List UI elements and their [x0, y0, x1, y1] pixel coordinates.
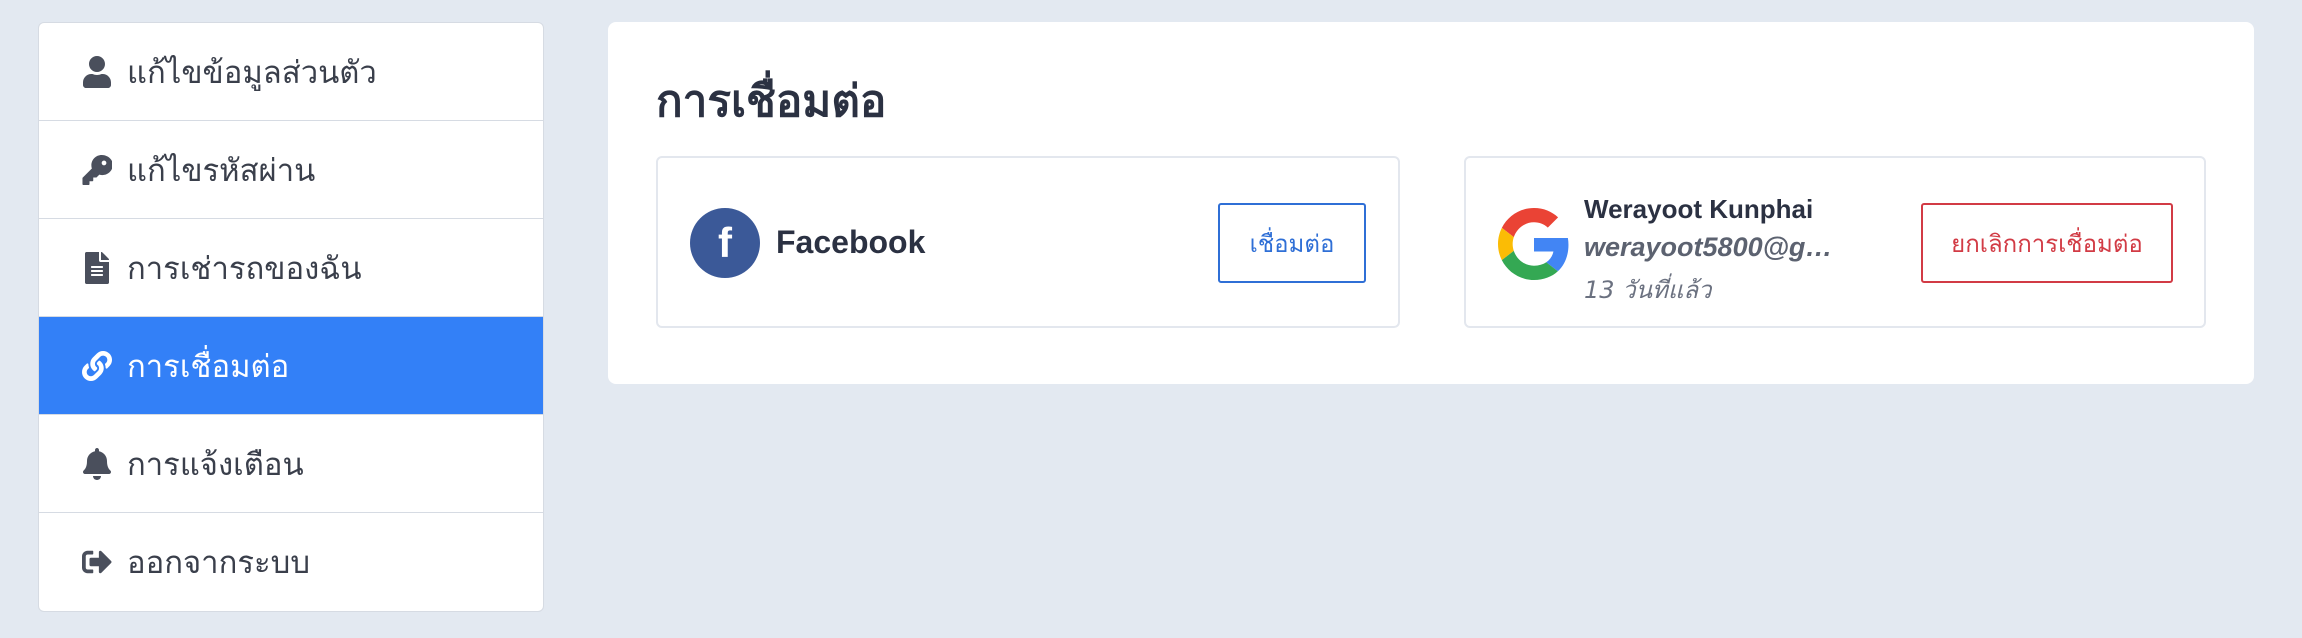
- connections-panel: การเชื่อมต่อ f Facebook เชื่อมต่อ Werayo…: [608, 22, 2254, 384]
- sidebar-item-change-password[interactable]: แก้ไขรหัสผ่าน: [39, 121, 543, 219]
- google-connected-time: 13 วันที่แล้ว: [1584, 276, 1712, 304]
- user-icon: [81, 54, 113, 90]
- sidebar-item-edit-profile[interactable]: แก้ไขข้อมูลส่วนตัว: [39, 23, 543, 121]
- google-account-email: werayoot5800@gma...: [1584, 232, 1844, 262]
- document-icon: [81, 250, 113, 286]
- sidebar-item-notifications[interactable]: การแจ้งเตือน: [39, 415, 543, 513]
- sidebar-item-label: แก้ไขข้อมูลส่วนตัว: [127, 54, 377, 91]
- sidebar-item-my-rentals[interactable]: การเช่ารถของฉัน: [39, 219, 543, 317]
- bell-icon: [81, 446, 113, 482]
- google-connection-card: Werayoot Kunphai werayoot5800@gma... 13 …: [1464, 156, 2206, 328]
- sidebar-item-label: การแจ้งเตือน: [127, 446, 304, 483]
- connect-facebook-button[interactable]: เชื่อมต่อ: [1218, 203, 1366, 283]
- sign-out-icon: [81, 544, 113, 580]
- facebook-connection-card: f Facebook เชื่อมต่อ: [656, 156, 1400, 328]
- sidebar-item-label: การเช่ารถของฉัน: [127, 250, 362, 287]
- key-icon: [81, 152, 113, 188]
- sidebar-item-label: แก้ไขรหัสผ่าน: [127, 152, 316, 189]
- link-icon: [81, 348, 113, 384]
- facebook-icon: f: [690, 208, 760, 278]
- google-icon: [1498, 208, 1569, 280]
- page-title: การเชื่อมต่อ: [656, 76, 887, 127]
- facebook-provider-name: Facebook: [776, 224, 926, 260]
- sidebar-item-logout[interactable]: ออกจากระบบ: [39, 513, 543, 611]
- profile-sidebar: แก้ไขข้อมูลส่วนตัว แก้ไขรหัสผ่าน การเช่า…: [38, 22, 544, 612]
- google-account-name: Werayoot Kunphai: [1584, 194, 1814, 224]
- disconnect-google-button[interactable]: ยกเลิกการเชื่อมต่อ: [1921, 203, 2173, 283]
- sidebar-item-label: ออกจากระบบ: [127, 545, 311, 581]
- sidebar-item-label: การเชื่อมต่อ: [127, 348, 290, 385]
- facebook-logo-letter: f: [718, 219, 732, 266]
- sidebar-item-connections[interactable]: การเชื่อมต่อ: [39, 317, 543, 415]
